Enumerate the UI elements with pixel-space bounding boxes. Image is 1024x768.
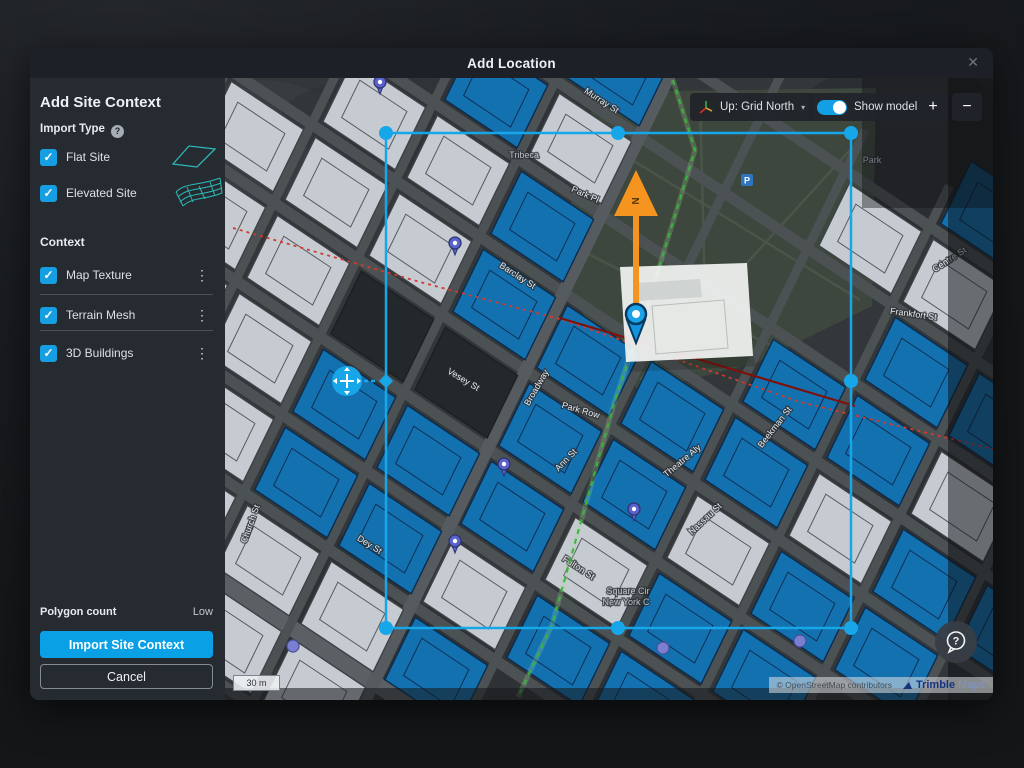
zoom-out-button[interactable]: −	[952, 93, 982, 121]
show-model-control: Show model	[808, 93, 926, 121]
terrain-mesh-option[interactable]: ✓ Terrain Mesh ⋮	[40, 306, 213, 324]
flat-site-option[interactable]: ✓ Flat Site	[40, 148, 213, 166]
kebab-menu-icon[interactable]: ⋮	[195, 345, 209, 362]
import-site-context-button[interactable]: Import Site Context	[40, 631, 213, 658]
polygon-count-value: Low	[193, 606, 213, 618]
street-label: New York C	[602, 597, 650, 607]
screen: Add Site Context Import Type? ✓ Flat Sit…	[0, 0, 1024, 768]
kebab-menu-icon[interactable]: ⋮	[195, 267, 209, 284]
context-heading: Context	[40, 235, 85, 249]
trimble-logo-icon	[902, 680, 913, 691]
selection-handle[interactable]	[844, 374, 858, 388]
terrain-mesh-label: Terrain Mesh	[66, 308, 135, 322]
show-model-label: Show model	[854, 101, 917, 113]
selection-handle[interactable]	[611, 126, 625, 140]
3d-buildings-option[interactable]: ✓ 3D Buildings ⋮	[40, 344, 213, 362]
help-icon[interactable]: ?	[111, 125, 124, 138]
elevated-site-label: Elevated Site	[66, 186, 137, 200]
poi-dot-icon	[287, 640, 299, 652]
toggle-knob	[833, 101, 846, 114]
svg-text:P: P	[744, 176, 750, 186]
import-type-heading: Import Type?	[40, 123, 124, 138]
selection-handle[interactable]	[379, 621, 393, 635]
dialog-titlebar: Add Location ✕	[30, 48, 993, 78]
map-attribution: © OpenStreetMap contributors TrimbleMaps	[769, 677, 993, 693]
svg-text:?: ?	[953, 636, 960, 648]
chevron-down-icon: ▾	[801, 103, 805, 112]
poi-dot-icon	[657, 642, 669, 654]
checkbox-checked-icon[interactable]: ✓	[40, 149, 57, 166]
checkbox-checked-icon[interactable]: ✓	[40, 267, 57, 284]
show-model-toggle[interactable]	[817, 100, 847, 115]
selection-handle[interactable]	[379, 126, 393, 140]
divider	[40, 330, 213, 331]
axes-icon	[699, 100, 713, 114]
add-location-dialog: Add Site Context Import Type? ✓ Flat Sit…	[30, 48, 993, 700]
selection-handle[interactable]	[844, 126, 858, 140]
zoom-in-button[interactable]: +	[918, 93, 948, 121]
3d-buildings-label: 3D Buildings	[66, 346, 133, 360]
checkbox-checked-icon[interactable]: ✓	[40, 185, 57, 202]
polygon-count: Polygon count Low	[40, 606, 213, 618]
street-label: Tribeca	[509, 150, 539, 160]
help-bubble-icon: ?	[941, 627, 971, 657]
panel-title: Add Site Context	[40, 94, 161, 111]
map-texture-label: Map Texture	[66, 268, 132, 282]
map-texture-option[interactable]: ✓ Map Texture ⋮	[40, 266, 213, 284]
osm-attribution[interactable]: © OpenStreetMap contributors	[777, 680, 892, 690]
parking-badge-icon: P	[741, 174, 753, 186]
elevated-site-option[interactable]: ✓ Elevated Site	[40, 184, 213, 202]
site-context-panel: Add Site Context Import Type? ✓ Flat Sit…	[30, 78, 225, 700]
checkbox-checked-icon[interactable]: ✓	[40, 307, 57, 324]
street-label: Square Cir	[606, 586, 649, 596]
map-scale-bar: 30 m	[233, 675, 280, 691]
move-selection-handle[interactable]	[332, 366, 362, 396]
poi-dot-icon	[794, 635, 806, 647]
dialog-title: Add Location	[467, 56, 556, 71]
map-viewport[interactable]: Murray StBarclay StVesey StPark PlTribec…	[225, 78, 993, 700]
selection-handle[interactable]	[844, 621, 858, 635]
kebab-menu-icon[interactable]: ⋮	[195, 307, 209, 324]
divider	[40, 294, 213, 295]
help-button[interactable]: ?	[935, 621, 977, 663]
up-direction-label: Up: Grid North	[720, 101, 794, 113]
north-label: N	[629, 197, 640, 204]
close-icon[interactable]: ✕	[967, 54, 979, 71]
checkbox-checked-icon[interactable]: ✓	[40, 345, 57, 362]
up-direction-dropdown[interactable]: Up: Grid North ▾	[690, 93, 814, 121]
map-canvas[interactable]: Murray StBarclay StVesey StPark PlTribec…	[225, 78, 993, 700]
cancel-button[interactable]: Cancel	[40, 664, 213, 689]
trimble-maps-logo[interactable]: TrimbleMaps	[902, 679, 985, 691]
flat-site-label: Flat Site	[66, 150, 110, 164]
selection-handle[interactable]	[611, 621, 625, 635]
